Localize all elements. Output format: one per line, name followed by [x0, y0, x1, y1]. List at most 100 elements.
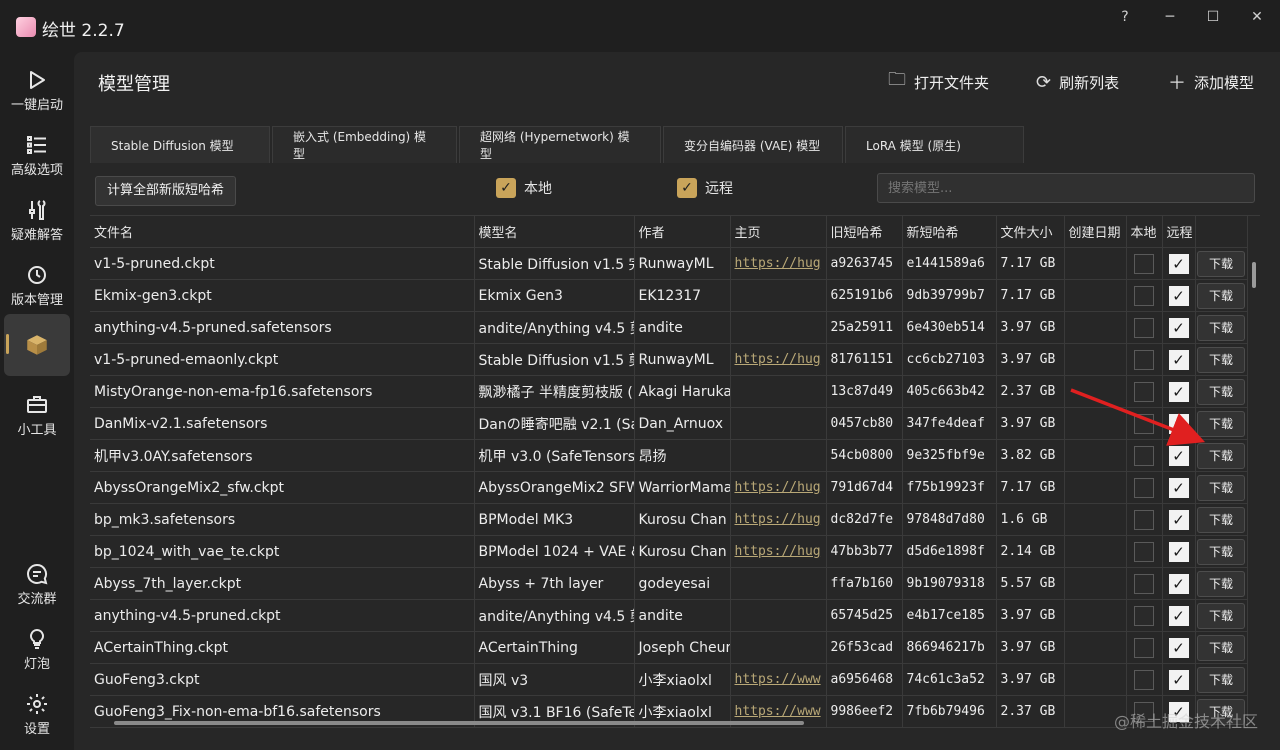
table-row[interactable]: ACertainThing.ckpt ACertainThing Joseph Ch…: [90, 631, 1248, 664]
remote-checkbox[interactable]: ✓: [1168, 637, 1189, 658]
filter-local-checkbox[interactable]: ✓ 本地: [496, 178, 552, 198]
vertical-scrollbar[interactable]: [1252, 262, 1256, 288]
column-header[interactable]: 创建日期: [1064, 216, 1127, 248]
sidebar-item-settings[interactable]: 设置: [4, 682, 70, 744]
sidebar-item-community[interactable]: 交流群: [4, 552, 70, 614]
homepage-link[interactable]: https://hug: [730, 503, 827, 536]
local-checkbox[interactable]: [1134, 381, 1154, 402]
table-row[interactable]: GuoFeng3.ckpt 国风 v3 小李xiaolxl https://www a6…: [90, 663, 1248, 696]
table-row[interactable]: bp_mk3.safetensors BPModel MK3 Kurosu Chan…: [90, 503, 1248, 536]
sidebar-item-launch[interactable]: 一键启动: [4, 58, 70, 120]
sidebar-item-troubleshoot[interactable]: 疑难解答: [4, 188, 70, 250]
compute-hash-button[interactable]: 计算全部新版短哈希: [95, 176, 237, 206]
local-checkbox[interactable]: [1134, 317, 1154, 338]
table-row[interactable]: v1-5-pruned-emaonly.ckpt Stable Diffusion…: [90, 343, 1248, 376]
column-header[interactable]: 远程: [1162, 216, 1196, 248]
sidebar-item-models[interactable]: [4, 314, 70, 376]
remote-checkbox[interactable]: ✓: [1168, 477, 1189, 498]
download-button[interactable]: 下载: [1197, 378, 1245, 405]
sidebar-item-advanced[interactable]: 高级选项: [4, 123, 70, 185]
column-header[interactable]: 文件大小: [996, 216, 1065, 248]
download-button[interactable]: 下载: [1197, 666, 1245, 693]
remote-checkbox[interactable]: ✓: [1168, 669, 1189, 690]
table-row[interactable]: DanMix-v2.1.safetensors Danの睡寄吧融 v2.1 (Sa…: [90, 407, 1248, 440]
download-button[interactable]: 下载: [1197, 410, 1245, 437]
homepage-link[interactable]: https://hug: [730, 471, 827, 504]
filter-remote-checkbox[interactable]: ✓ 远程: [677, 178, 733, 198]
local-checkbox[interactable]: [1134, 541, 1154, 562]
local-checkbox[interactable]: [1134, 253, 1154, 274]
column-header[interactable]: 新短哈希: [902, 216, 997, 248]
sidebar-item-bulb[interactable]: 灯泡: [4, 617, 70, 679]
remote-checkbox[interactable]: ✓: [1168, 317, 1189, 338]
local-checkbox[interactable]: [1134, 445, 1154, 466]
sidebar-item-tools[interactable]: 小工具: [4, 383, 70, 445]
remote-checkbox[interactable]: ✓: [1168, 573, 1189, 594]
homepage-link[interactable]: https://hug: [730, 343, 827, 376]
table-row[interactable]: Abyss_7th_layer.ckpt Abyss + 7th layer god…: [90, 567, 1248, 600]
table-row[interactable]: bp_1024_with_vae_te.ckpt BPModel 1024 + V…: [90, 535, 1248, 568]
help-button[interactable]: ?: [1107, 6, 1143, 28]
tab-vae[interactable]: 变分自编码器 (VAE) 模型: [663, 126, 843, 163]
download-button[interactable]: 下载: [1197, 250, 1245, 277]
download-button[interactable]: 下载: [1197, 282, 1245, 309]
column-header[interactable]: 旧短哈希: [826, 216, 903, 248]
table-row[interactable]: Ekmix-gen3.ckpt Ekmix Gen3 EK12317 625191b6…: [90, 279, 1248, 312]
remote-checkbox[interactable]: ✓: [1168, 605, 1189, 626]
homepage-link[interactable]: https://hug: [730, 247, 827, 280]
remote-checkbox[interactable]: ✓: [1168, 349, 1189, 370]
download-button[interactable]: 下载: [1197, 314, 1245, 341]
tab-stable-diffusion[interactable]: Stable Diffusion 模型: [90, 126, 270, 163]
local-checkbox[interactable]: [1134, 637, 1154, 658]
download-button[interactable]: 下载: [1197, 570, 1245, 597]
tab-embedding[interactable]: 嵌入式 (Embedding) 模型: [272, 126, 457, 163]
local-checkbox[interactable]: [1134, 573, 1154, 594]
local-checkbox[interactable]: [1134, 509, 1154, 530]
remote-checkbox[interactable]: ✓: [1168, 445, 1189, 466]
download-button[interactable]: 下载: [1197, 634, 1245, 661]
column-header[interactable]: 主页: [730, 216, 827, 248]
minimize-button[interactable]: ─: [1152, 6, 1188, 28]
homepage-link[interactable]: https://www: [730, 663, 827, 696]
column-header[interactable]: 作者: [634, 216, 731, 248]
remote-checkbox[interactable]: ✓: [1168, 541, 1189, 562]
remote-checkbox[interactable]: ✓: [1168, 253, 1189, 274]
local-checkbox[interactable]: [1134, 349, 1154, 370]
sidebar-item-versions[interactable]: 版本管理: [4, 253, 70, 315]
table-row[interactable]: MistyOrange-non-ema-fp16.safetensors 飘渺橘子…: [90, 375, 1248, 408]
tab-lora[interactable]: LoRA 模型 (原生): [845, 126, 1024, 163]
download-button[interactable]: 下载: [1197, 474, 1245, 501]
search-input[interactable]: [877, 173, 1255, 203]
column-header[interactable]: 本地: [1126, 216, 1163, 248]
add-model-button[interactable]: ＋ 添加模型: [1168, 70, 1254, 94]
refresh-list-button[interactable]: ⟳ 刷新列表: [1036, 70, 1119, 94]
download-button[interactable]: 下载: [1197, 602, 1245, 629]
download-button[interactable]: 下载: [1197, 538, 1245, 565]
local-checkbox[interactable]: [1134, 285, 1154, 306]
tab-hypernetwork[interactable]: 超网络 (Hypernetwork) 模型: [459, 126, 661, 163]
remote-checkbox[interactable]: ✓: [1168, 509, 1189, 530]
remote-checkbox[interactable]: ✓: [1168, 381, 1189, 402]
table-row[interactable]: 机甲v3.0AY.safetensors 机甲 v3.0 (SafeTensors…: [90, 439, 1248, 472]
table-row[interactable]: anything-v4.5-pruned.safetensors andite/A…: [90, 311, 1248, 344]
local-checkbox[interactable]: [1134, 477, 1154, 498]
remote-checkbox[interactable]: ✓: [1168, 413, 1189, 434]
homepage-link[interactable]: https://hug: [730, 535, 827, 568]
local-checkbox[interactable]: [1134, 413, 1154, 434]
column-header[interactable]: 文件名: [90, 216, 475, 248]
horizontal-scrollbar[interactable]: [114, 721, 804, 725]
download-button[interactable]: 下载: [1197, 346, 1245, 373]
download-button[interactable]: 下载: [1197, 506, 1245, 533]
local-checkbox[interactable]: [1134, 605, 1154, 626]
table-row[interactable]: v1-5-pruned.ckpt Stable Diffusion v1.5 完R…: [90, 247, 1248, 280]
table-row[interactable]: AbyssOrangeMix2_sfw.ckpt AbyssOrangeMix2 …: [90, 471, 1248, 504]
author-cell: 昂扬: [634, 439, 731, 472]
column-header[interactable]: 模型名: [474, 216, 635, 248]
table-row[interactable]: anything-v4.5-pruned.ckpt andite/Anything…: [90, 599, 1248, 632]
download-button[interactable]: 下载: [1197, 442, 1245, 469]
open-folder-button[interactable]: 🗀 打开文件夹: [888, 69, 989, 94]
maximize-button[interactable]: ☐: [1195, 6, 1231, 28]
local-checkbox[interactable]: [1134, 669, 1154, 690]
remote-checkbox[interactable]: ✓: [1168, 285, 1189, 306]
close-button[interactable]: ✕: [1239, 6, 1275, 28]
